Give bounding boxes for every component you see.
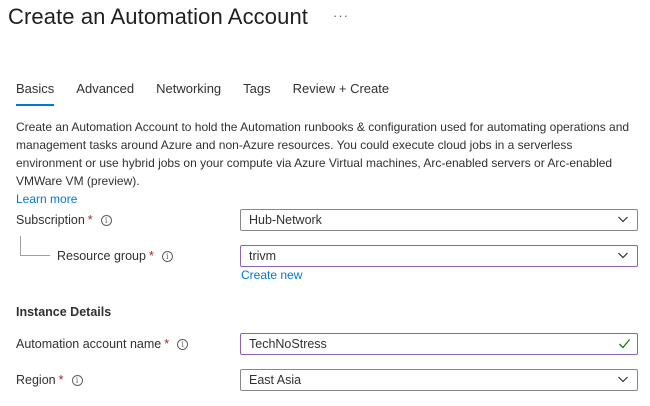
required-mark: *	[58, 373, 64, 387]
region-dropdown[interactable]: East Asia	[240, 369, 638, 391]
description-text: Create an Automation Account to hold the…	[16, 120, 630, 188]
tab-basics[interactable]: Basics	[16, 80, 55, 106]
tab-tags[interactable]: Tags	[243, 80, 270, 106]
resource-group-label: Resource group * i	[57, 246, 173, 266]
region-label-text: Region	[16, 373, 56, 387]
tab-bar: Basics Advanced Networking Tags Review +…	[16, 80, 411, 106]
info-icon[interactable]: i	[100, 214, 112, 226]
chevron-down-icon	[618, 376, 628, 383]
resource-group-label-text: Resource group	[57, 249, 146, 263]
tab-networking[interactable]: Networking	[156, 80, 221, 106]
resource-group-value: trivm	[249, 249, 277, 263]
account-name-label: Automation account name * i	[16, 334, 189, 354]
page-title: Create an Automation Account	[8, 4, 308, 29]
subscription-value: Hub-Network	[249, 213, 322, 227]
chevron-down-icon	[618, 216, 628, 223]
account-name-value: TechNoStress	[249, 337, 327, 351]
chevron-down-icon	[618, 252, 628, 259]
more-options-icon[interactable]: ···	[333, 8, 349, 23]
region-value: East Asia	[249, 373, 302, 387]
subscription-dropdown[interactable]: Hub-Network	[240, 209, 638, 231]
account-name-input[interactable]: TechNoStress	[240, 333, 638, 355]
resource-group-dropdown[interactable]: trivm	[240, 245, 638, 267]
checkmark-icon	[619, 339, 631, 349]
instance-details-heading: Instance Details	[16, 305, 112, 319]
learn-more-link[interactable]: Learn more	[16, 192, 77, 206]
tab-review-create[interactable]: Review + Create	[293, 80, 389, 106]
tree-connector	[20, 236, 50, 256]
required-mark: *	[164, 337, 170, 351]
description: Create an Automation Account to hold the…	[16, 118, 640, 208]
info-icon[interactable]: i	[177, 338, 189, 350]
create-new-link[interactable]: Create new	[241, 268, 302, 282]
required-mark: *	[148, 249, 154, 263]
region-label: Region * i	[16, 370, 83, 390]
subscription-label: Subscription * i	[16, 210, 112, 230]
info-icon[interactable]: i	[161, 250, 173, 262]
tab-advanced[interactable]: Advanced	[76, 80, 134, 106]
account-name-label-text: Automation account name	[16, 337, 162, 351]
required-mark: *	[87, 213, 93, 227]
info-icon[interactable]: i	[71, 374, 83, 386]
subscription-label-text: Subscription	[16, 213, 85, 227]
